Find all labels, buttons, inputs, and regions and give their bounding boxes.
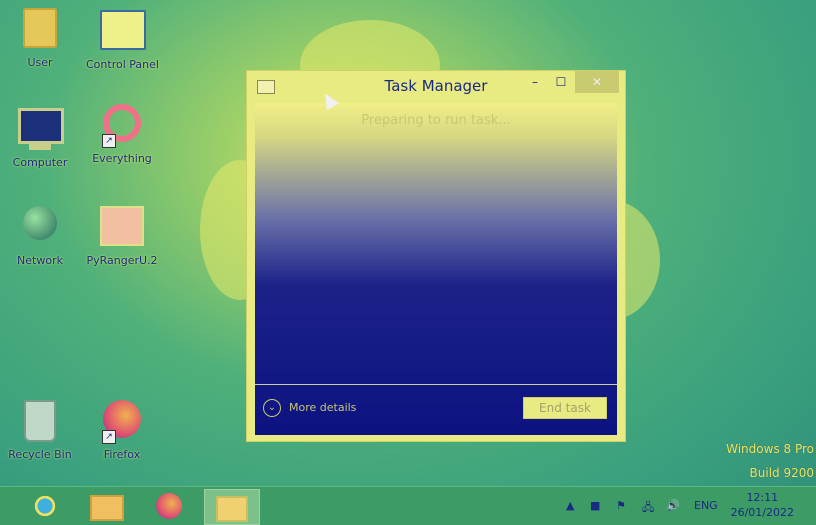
task-manager-window[interactable]: Task Manager – ☐ ✕ Preparing to run task… — [246, 70, 626, 442]
os-watermark-build: Build 9200 — [749, 466, 814, 480]
desktop-icon-control-panel[interactable]: Control Panel — [86, 6, 159, 71]
desktop-icon-label: Control Panel — [86, 58, 159, 71]
loading-text: Preparing to run task... — [361, 113, 511, 128]
internet-explorer-icon — [32, 493, 58, 519]
clock-date: 26/01/2022 — [730, 506, 794, 519]
desktop-icon-label: Recycle Bin — [8, 448, 72, 461]
clock[interactable]: 12:11 26/01/2022 — [731, 490, 794, 520]
firefox-icon: ↗ — [100, 400, 144, 444]
network-globe-icon — [18, 206, 62, 250]
language-indicator[interactable]: ENG — [694, 499, 718, 512]
desktop-icon-label: PyRangerU.2 — [86, 254, 158, 267]
desktop-icon-label: Everything — [92, 152, 152, 165]
desktop-icon-pyranger[interactable]: PyRangerU.2 — [86, 202, 158, 267]
close-button[interactable]: ✕ — [575, 71, 619, 93]
end-task-button[interactable]: End task — [523, 397, 607, 419]
computer-icon — [18, 108, 64, 152]
control-panel-icon — [100, 10, 146, 54]
os-watermark-edition: Windows 8 Pro — [726, 442, 814, 456]
taskbar-firefox[interactable] — [142, 489, 196, 523]
tray-app-icon[interactable]: ■ — [590, 499, 600, 512]
taskbar-file-explorer[interactable] — [80, 489, 134, 523]
file-explorer-icon — [90, 495, 124, 521]
shortcut-arrow-icon: ↗ — [102, 430, 116, 444]
desktop-icon-everything[interactable]: ↗ Everything — [86, 104, 158, 165]
title-bar[interactable]: Task Manager – ☐ ✕ — [247, 71, 625, 101]
show-hidden-icons-button[interactable]: ▲ — [566, 499, 574, 512]
desktop-icon-label: Computer — [12, 156, 68, 169]
recycle-bin-icon — [18, 400, 62, 444]
user-folder-icon — [18, 8, 62, 52]
chevron-down-icon[interactable]: ⌄ — [263, 399, 281, 417]
pyranger-picture-icon — [100, 206, 144, 250]
minimize-button[interactable]: – — [523, 71, 547, 93]
desktop-icon-label: User — [27, 56, 53, 69]
network-icon[interactable]: 🖧 — [642, 499, 654, 518]
maximize-button[interactable]: ☐ — [549, 71, 573, 93]
more-details-link[interactable]: More details — [289, 401, 356, 414]
clock-time: 12:11 — [746, 491, 779, 504]
taskbar-task-manager[interactable] — [204, 489, 260, 525]
taskbar-ie[interactable] — [18, 489, 72, 523]
task-list-area: Preparing to run task... ⌄ More details … — [255, 103, 617, 435]
footer: ⌄ More details End task — [255, 384, 617, 435]
desktop-icon-computer[interactable]: Computer — [4, 104, 76, 169]
desktop-icon-firefox[interactable]: ↗ Firefox — [86, 396, 158, 461]
desktop-icon-label: Network — [17, 254, 63, 267]
desktop-icon-network[interactable]: Network — [4, 202, 76, 267]
shortcut-arrow-icon: ↗ — [102, 134, 116, 148]
task-manager-icon — [216, 496, 248, 522]
desktop-icon-recycle-bin[interactable]: Recycle Bin — [4, 396, 76, 461]
firefox-icon — [156, 493, 182, 519]
desktop-icon-user[interactable]: User — [4, 6, 76, 69]
everything-search-icon: ↗ — [100, 104, 144, 148]
desktop-icon-label: Firefox — [103, 448, 141, 461]
taskbar: ▲ ■ ⚑ 🖧 🔊 ENG 12:11 26/01/2022 — [0, 486, 816, 525]
volume-icon[interactable]: 🔊 — [666, 499, 680, 512]
action-center-flag-icon[interactable]: ⚑ — [616, 499, 626, 512]
